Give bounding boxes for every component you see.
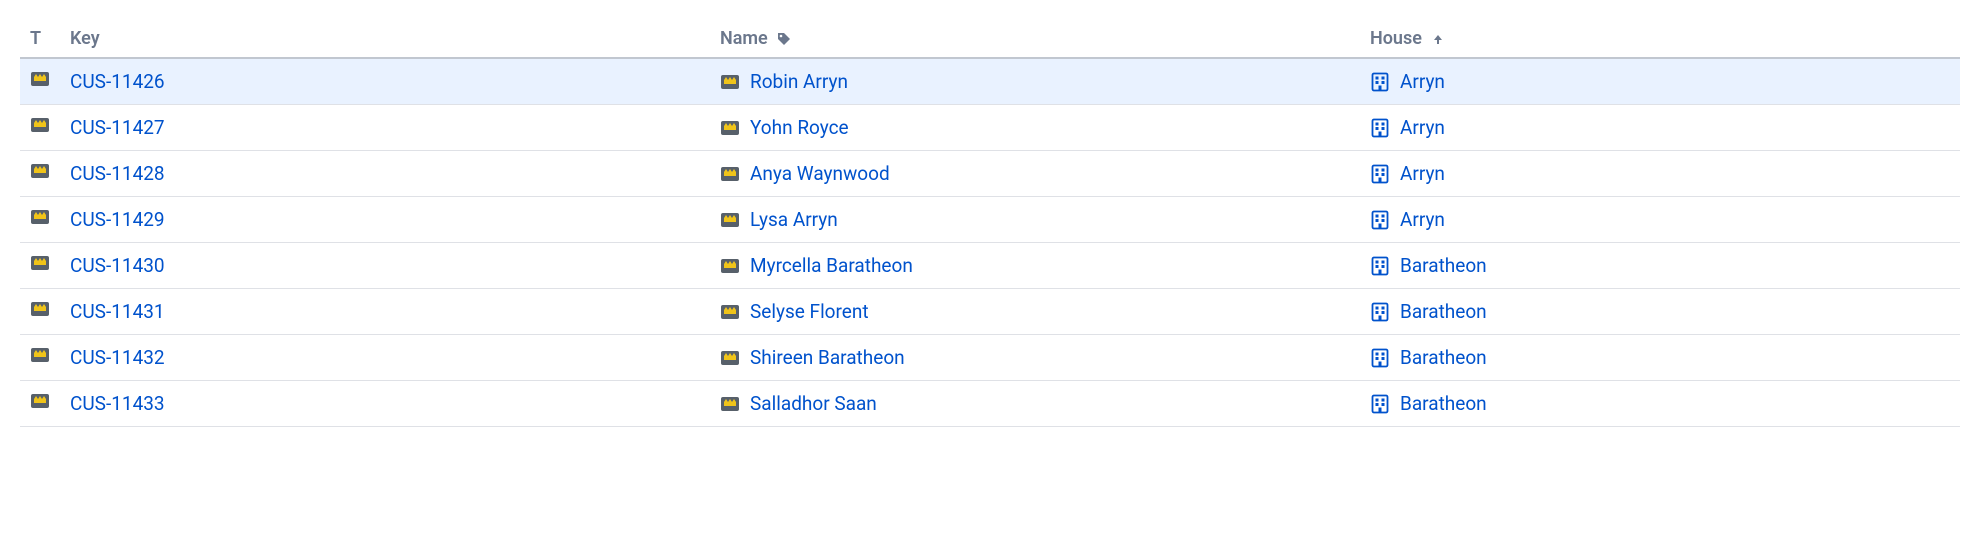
column-header-label: Key: [70, 28, 100, 49]
issue-key-link[interactable]: CUS-11432: [70, 346, 165, 369]
issue-type-icon: [30, 69, 50, 89]
table-row[interactable]: CUS-11433 Salladhor Saan Baratheon: [20, 381, 1960, 427]
person-type-icon: [720, 256, 740, 276]
house-link[interactable]: Baratheon: [1400, 392, 1487, 415]
tag-icon: [774, 29, 794, 49]
column-header-name[interactable]: Name: [710, 20, 1360, 58]
column-header-house[interactable]: House: [1360, 20, 1960, 58]
house-link[interactable]: Arryn: [1400, 208, 1445, 231]
issue-type-icon: [30, 391, 50, 411]
house-link[interactable]: Baratheon: [1400, 346, 1487, 369]
person-name-link[interactable]: Selyse Florent: [750, 300, 869, 323]
house-icon: [1370, 210, 1390, 230]
issue-type-icon: [30, 299, 50, 319]
house-link[interactable]: Arryn: [1400, 162, 1445, 185]
column-header-label: Name: [720, 28, 768, 49]
sort-ascending-icon: [1428, 29, 1448, 49]
person-name-link[interactable]: Shireen Baratheon: [750, 346, 905, 369]
issue-type-icon: [30, 253, 50, 273]
issue-key-link[interactable]: CUS-11433: [70, 392, 165, 415]
person-name-link[interactable]: Anya Waynwood: [750, 162, 890, 185]
column-header-label: T: [30, 28, 41, 49]
person-type-icon: [720, 118, 740, 138]
person-type-icon: [720, 72, 740, 92]
issue-key-link[interactable]: CUS-11430: [70, 254, 165, 277]
house-icon: [1370, 348, 1390, 368]
person-type-icon: [720, 210, 740, 230]
table-header-row: T Key Name House: [20, 20, 1960, 58]
issue-key-link[interactable]: CUS-11429: [70, 208, 165, 231]
house-link[interactable]: Arryn: [1400, 116, 1445, 139]
house-icon: [1370, 394, 1390, 414]
person-type-icon: [720, 394, 740, 414]
house-icon: [1370, 302, 1390, 322]
person-name-link[interactable]: Lysa Arryn: [750, 208, 838, 231]
table-row[interactable]: CUS-11430 Myrcella Baratheon Baratheon: [20, 243, 1960, 289]
issue-key-link[interactable]: CUS-11428: [70, 162, 165, 185]
table-row[interactable]: CUS-11426 Robin Arryn Arryn: [20, 58, 1960, 105]
house-link[interactable]: Baratheon: [1400, 300, 1487, 323]
person-name-link[interactable]: Yohn Royce: [750, 116, 849, 139]
column-header-type[interactable]: T: [20, 20, 60, 58]
house-link[interactable]: Arryn: [1400, 70, 1445, 93]
table-row[interactable]: CUS-11431 Selyse Florent Baratheon: [20, 289, 1960, 335]
house-icon: [1370, 256, 1390, 276]
column-header-key[interactable]: Key: [60, 20, 710, 58]
issue-type-icon: [30, 115, 50, 135]
issue-type-icon: [30, 207, 50, 227]
column-header-label: House: [1370, 28, 1422, 49]
house-icon: [1370, 118, 1390, 138]
house-icon: [1370, 72, 1390, 92]
person-name-link[interactable]: Salladhor Saan: [750, 392, 877, 415]
house-icon: [1370, 164, 1390, 184]
person-type-icon: [720, 164, 740, 184]
issue-table: T Key Name House: [20, 20, 1960, 427]
table-row[interactable]: CUS-11427 Yohn Royce Arryn: [20, 105, 1960, 151]
person-type-icon: [720, 302, 740, 322]
issue-type-icon: [30, 161, 50, 181]
issue-key-link[interactable]: CUS-11426: [70, 70, 165, 93]
issue-key-link[interactable]: CUS-11427: [70, 116, 165, 139]
issue-type-icon: [30, 345, 50, 365]
table-row[interactable]: CUS-11432 Shireen Baratheon Baratheon: [20, 335, 1960, 381]
house-link[interactable]: Baratheon: [1400, 254, 1487, 277]
table-row[interactable]: CUS-11429 Lysa Arryn Arryn: [20, 197, 1960, 243]
person-name-link[interactable]: Robin Arryn: [750, 70, 848, 93]
person-name-link[interactable]: Myrcella Baratheon: [750, 254, 913, 277]
issue-key-link[interactable]: CUS-11431: [70, 300, 165, 323]
person-type-icon: [720, 348, 740, 368]
table-row[interactable]: CUS-11428 Anya Waynwood Arryn: [20, 151, 1960, 197]
